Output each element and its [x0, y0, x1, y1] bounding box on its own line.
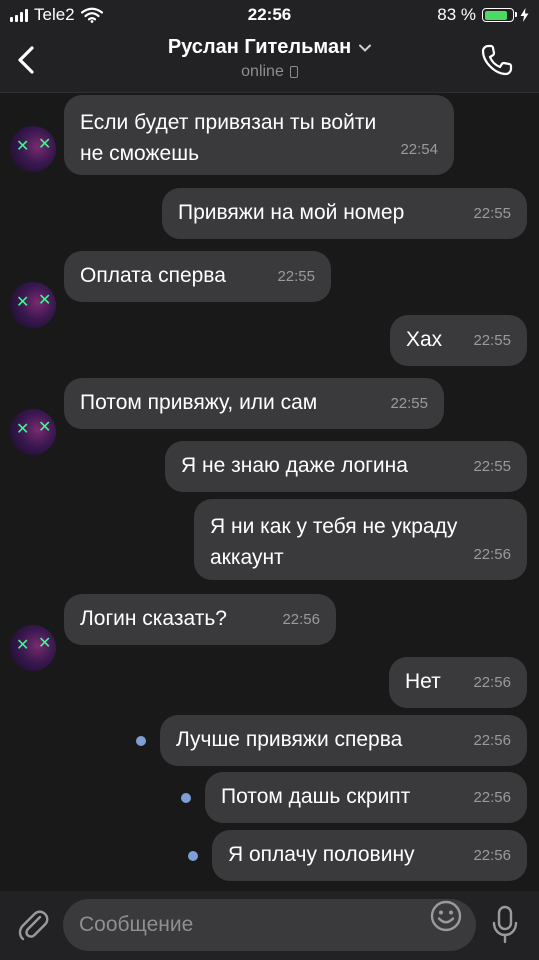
unread-indicator [188, 850, 198, 861]
avatar[interactable]: ✕ ✕ [10, 409, 56, 455]
back-button[interactable] [12, 42, 44, 78]
message-time: 22:56 [473, 674, 511, 691]
avatar[interactable]: ✕ ✕ [10, 282, 56, 328]
microphone-icon [492, 905, 518, 944]
emoji-icon [430, 900, 462, 932]
message-time: 22:55 [473, 332, 511, 349]
avatar-mark: ✕ [38, 633, 52, 652]
emoji-button[interactable] [429, 899, 463, 933]
message-list[interactable]: ✕ ✕ Если будет привязан ты войти не сможеш… [0, 93, 539, 891]
contact-status: online [241, 63, 298, 81]
unread-indicator [181, 792, 191, 803]
message-time: 22:55 [473, 205, 511, 222]
avatar-mark: ✕ [38, 290, 52, 309]
message-text: Привяжи на мой номер [178, 201, 405, 224]
avatar-mark: ✕ [16, 635, 30, 654]
back-arrow-icon [18, 46, 34, 74]
contact-info[interactable]: Руслан Гительман online [100, 36, 439, 81]
chevron-down-icon [359, 44, 372, 52]
outgoing-message[interactable]: Привяжи на мой номер 22:55 [162, 188, 527, 239]
message-text: Я не знаю даже логина [181, 454, 408, 477]
outgoing-message[interactable]: Хах 22:55 [390, 315, 527, 366]
battery-percent: 83 % [437, 5, 476, 24]
avatar[interactable]: ✕ ✕ [10, 625, 56, 671]
message-time: 22:55 [390, 395, 428, 412]
outgoing-message[interactable]: Я оплачу половину 22:56 [212, 830, 527, 881]
incoming-message[interactable]: Оплата сперва 22:55 [64, 251, 331, 302]
incoming-message[interactable]: Логин сказать? 22:56 [64, 594, 336, 645]
paperclip-icon [18, 910, 49, 941]
status-right: 83 % [437, 5, 529, 25]
message-input[interactable]: Сообщение [63, 899, 476, 951]
message-time: 22:56 [473, 789, 511, 806]
charging-icon [520, 8, 529, 22]
message-text: Я оплачу половину [228, 843, 415, 866]
message-time: 22:55 [277, 268, 315, 285]
avatar-mark: ✕ [38, 417, 52, 436]
outgoing-message[interactable]: Нет 22:56 [389, 657, 527, 708]
chat-header: Руслан Гительман online [0, 30, 539, 93]
contact-name: Руслан Гительман [167, 36, 352, 58]
avatar-mark: ✕ [38, 134, 52, 153]
unread-indicator [136, 735, 146, 746]
message-text: Лучше привяжи сперва [176, 728, 403, 751]
message-text: Потом дашь скрипт [221, 785, 411, 808]
message-text: Потом привяжу, или сам [80, 391, 318, 414]
message-time: 22:55 [473, 458, 511, 475]
avatar-mark: ✕ [16, 136, 30, 155]
battery-icon [482, 8, 517, 22]
battery-level [484, 10, 507, 20]
message-time: 22:56 [473, 546, 511, 563]
avatar-mark: ✕ [16, 292, 30, 311]
outgoing-message[interactable]: Я не знаю даже логина 22:55 [165, 441, 527, 492]
avatar[interactable]: ✕ ✕ [10, 126, 56, 172]
status-bar: Tele2 22:56 83 % [0, 0, 539, 30]
phone-icon [481, 44, 513, 76]
microphone-button[interactable] [490, 905, 520, 945]
contact-title: Руслан Гительман [167, 36, 372, 59]
mobile-device-icon [289, 66, 298, 78]
incoming-message[interactable]: Если будет привязан ты войти не сможешь 2… [64, 95, 454, 175]
message-time: 22:56 [282, 611, 320, 628]
outgoing-message[interactable]: Я ни как у тебя не украду аккаунт 22:56 [194, 499, 527, 580]
avatar-mark: ✕ [16, 419, 30, 438]
message-text: Если будет привязан ты войти не сможешь [80, 111, 377, 165]
message-time: 22:56 [473, 732, 511, 749]
message-time: 22:54 [400, 141, 438, 158]
message-placeholder: Сообщение [79, 913, 194, 936]
attach-button[interactable] [16, 907, 50, 943]
outgoing-message[interactable]: Лучше привяжи сперва 22:56 [160, 715, 527, 766]
message-text: Я ни как у тебя не украду аккаунт [210, 515, 458, 569]
incoming-message[interactable]: Потом привяжу, или сам 22:55 [64, 378, 444, 429]
message-time: 22:56 [473, 847, 511, 864]
status-text: online [241, 63, 284, 80]
outgoing-message[interactable]: Потом дашь скрипт 22:56 [205, 772, 527, 823]
call-button[interactable] [479, 42, 515, 78]
